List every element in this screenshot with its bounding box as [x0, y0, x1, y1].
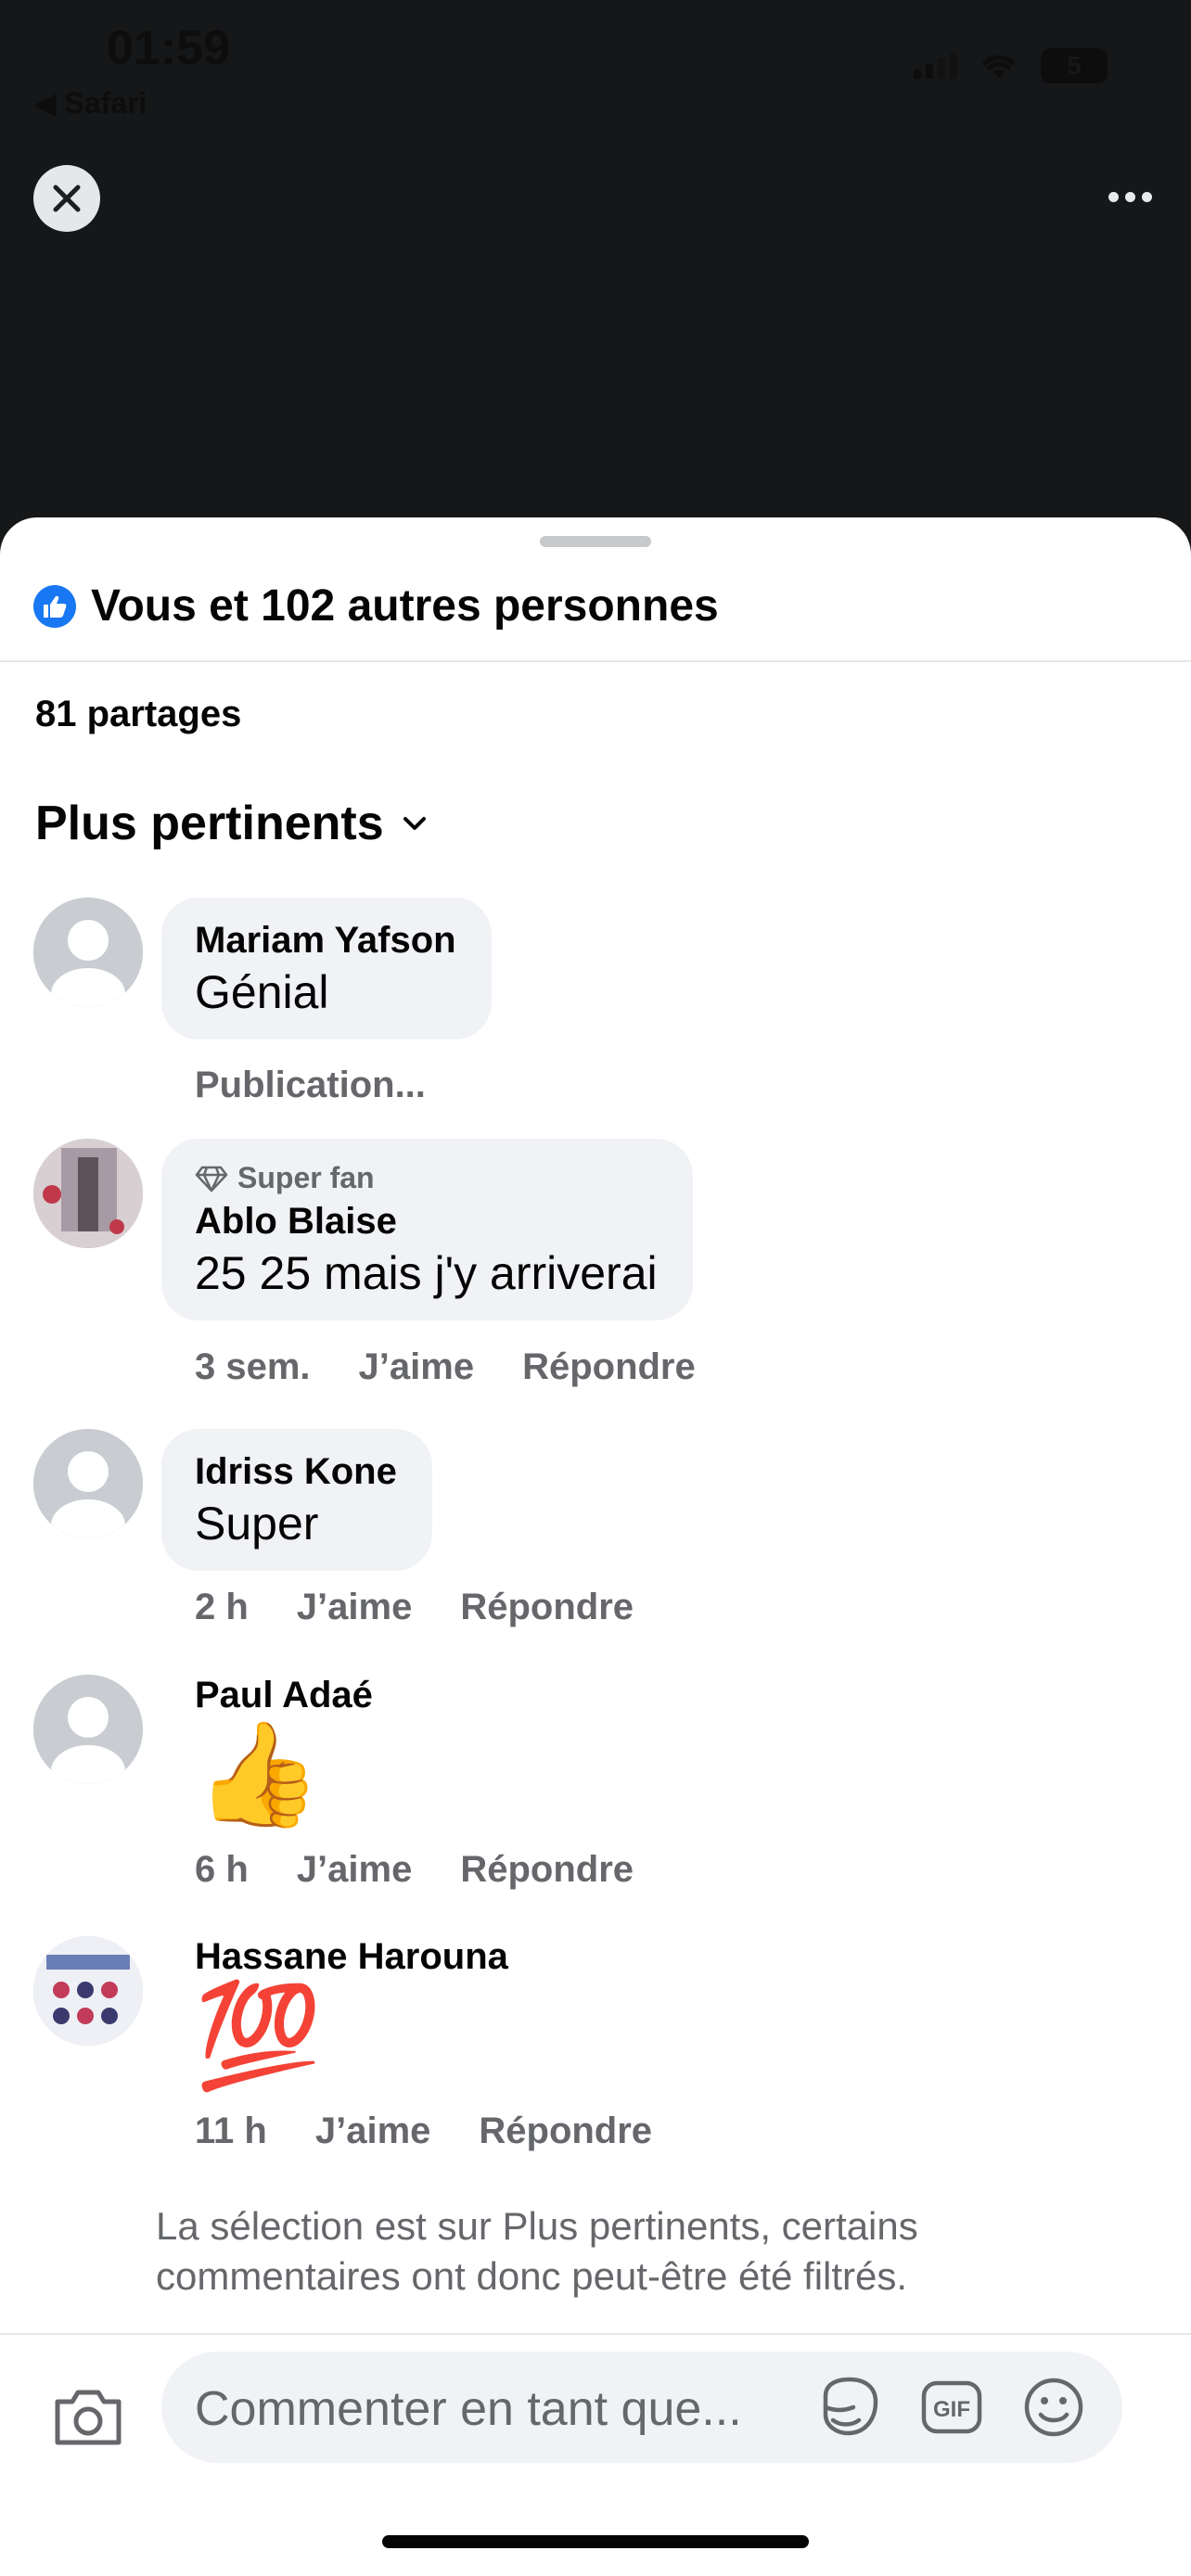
comment-text: Génial	[195, 965, 456, 1019]
reactions-summary[interactable]: Vous et 102 autres personnes	[33, 580, 719, 631]
like-button[interactable]: J’aime	[297, 1849, 413, 1891]
comment-bubble[interactable]: Super fan Ablo Blaise 25 25 mais j'y arr…	[161, 1139, 693, 1320]
sort-label: Plus pertinents	[35, 796, 384, 851]
more-dots-icon	[1108, 192, 1119, 202]
comment-meta: 3 sem. J’aime Répondre	[195, 1346, 696, 1388]
avatar[interactable]	[33, 1936, 143, 2046]
comments-sheet: Vous et 102 autres personnes 81 partages…	[0, 517, 1191, 2576]
sheet-grabber[interactable]	[540, 536, 651, 547]
status-time: 01:59	[107, 20, 230, 76]
comment-meta: 11 h J’aime Répondre	[195, 2111, 652, 2152]
reply-button[interactable]: Répondre	[460, 1587, 634, 1628]
wifi-icon	[981, 52, 1017, 80]
reply-button[interactable]: Répondre	[460, 1849, 634, 1891]
chevron-down-icon	[401, 814, 429, 833]
shares-count[interactable]: 81 partages	[35, 694, 241, 735]
commenter-name[interactable]: Idriss Kone	[195, 1451, 397, 1493]
avatar[interactable]	[33, 1675, 143, 1784]
battery-icon: 5	[1041, 48, 1108, 83]
camera-button[interactable]	[50, 2379, 126, 2455]
default-avatar-icon	[33, 1429, 143, 1538]
comment-meta: 2 h J’aime Répondre	[195, 1587, 634, 1628]
sticker-button[interactable]	[814, 2372, 885, 2442]
profile-photo	[33, 1936, 143, 2046]
comment-body[interactable]: Hassane Harouna 💯	[195, 1936, 508, 2087]
comment-composer[interactable]: GIF	[161, 2352, 1122, 2463]
comment-bubble[interactable]: Mariam Yafson Génial	[161, 898, 492, 1039]
status-bar: 01:59 ◀ Safari 5	[0, 0, 1191, 130]
commenter-name[interactable]: Ablo Blaise	[195, 1201, 658, 1243]
comment-time[interactable]: 2 h	[195, 1587, 249, 1628]
divider	[0, 2333, 1191, 2335]
reply-button[interactable]: Répondre	[479, 2111, 652, 2152]
comment-time[interactable]: 3 sem.	[195, 1346, 311, 1388]
comment-text: 25 25 mais j'y arriverai	[195, 1246, 658, 1300]
comment-bubble[interactable]: Idriss Kone Super	[161, 1429, 432, 1571]
like-button[interactable]: J’aime	[297, 1587, 413, 1628]
comment-input[interactable]	[195, 2381, 798, 2437]
back-to-safari-link[interactable]: ◀ Safari	[33, 85, 147, 121]
sort-dropdown[interactable]: Plus pertinents	[35, 796, 429, 851]
comment-time[interactable]: 11 h	[195, 2111, 267, 2152]
avatar[interactable]	[33, 898, 143, 1007]
avatar[interactable]	[33, 1429, 143, 1538]
commenter-name[interactable]: Paul Adaé	[195, 1675, 373, 1716]
gif-icon: GIF	[918, 2374, 985, 2441]
divider	[0, 660, 1191, 662]
posting-status: Publication...	[195, 1065, 426, 1106]
comment-text: Super	[195, 1497, 397, 1550]
super-fan-badge[interactable]: Super fan	[195, 1161, 658, 1195]
sticker-icon	[816, 2374, 883, 2441]
more-options-button[interactable]	[1102, 176, 1158, 217]
gif-button[interactable]: GIF	[916, 2372, 987, 2442]
commenter-name[interactable]: Hassane Harouna	[195, 1936, 508, 1978]
emoji-button[interactable]	[1018, 2372, 1089, 2442]
comment-meta: 6 h J’aime Répondre	[195, 1849, 634, 1891]
thumbs-up-emoji: 👍	[195, 1724, 373, 1826]
default-avatar-icon	[33, 898, 143, 1007]
reply-button[interactable]: Répondre	[522, 1346, 696, 1388]
home-indicator[interactable]	[382, 2535, 809, 2548]
hundred-points-emoji: 💯	[195, 1985, 508, 2087]
filter-notice: La sélection est sur Plus pertinents, ce…	[156, 2201, 1139, 2302]
profile-photo	[33, 1139, 143, 1248]
reactions-text: Vous et 102 autres personnes	[91, 580, 719, 631]
close-button[interactable]	[33, 165, 100, 232]
comment-meta: Publication...	[195, 1065, 426, 1106]
signal-icon	[914, 53, 957, 79]
svg-text:GIF: GIF	[933, 2397, 970, 2422]
like-button[interactable]: J’aime	[315, 2111, 431, 2152]
close-icon	[51, 183, 83, 214]
like-button[interactable]: J’aime	[359, 1346, 475, 1388]
avatar[interactable]	[33, 1139, 143, 1248]
camera-icon	[52, 2387, 124, 2448]
smiley-icon	[1020, 2374, 1087, 2441]
comment-time[interactable]: 6 h	[195, 1849, 249, 1891]
like-reaction-icon	[33, 585, 76, 628]
default-avatar-icon	[33, 1675, 143, 1784]
comment-body[interactable]: Paul Adaé 👍	[195, 1675, 373, 1826]
diamond-icon	[195, 1165, 228, 1192]
commenter-name[interactable]: Mariam Yafson	[195, 920, 456, 962]
